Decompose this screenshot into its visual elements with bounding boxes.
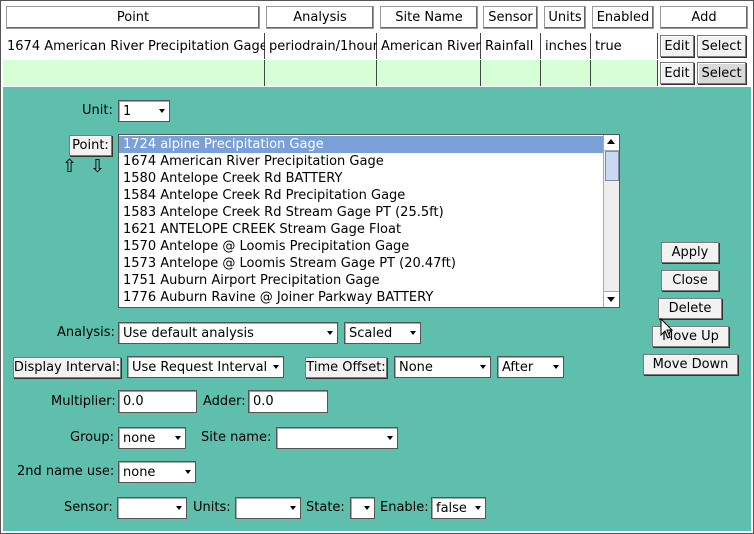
header-enabled: Enabled bbox=[592, 6, 654, 29]
group-select[interactable]: none bbox=[118, 427, 186, 449]
cell-enabled bbox=[591, 60, 658, 86]
chevron-down-icon bbox=[410, 331, 416, 335]
time-offset-button[interactable]: Time Offset: bbox=[305, 357, 387, 378]
sensor-select[interactable] bbox=[117, 497, 187, 519]
analysis-value: Use default analysis bbox=[123, 325, 254, 341]
chevron-down-icon bbox=[480, 365, 486, 369]
cell-site-name bbox=[377, 60, 481, 86]
adder-label: Adder: bbox=[203, 394, 246, 409]
scaled-select[interactable]: Scaled bbox=[344, 322, 421, 344]
display-interval-select[interactable]: Use Request Interval bbox=[127, 356, 284, 378]
after-value: After bbox=[502, 359, 534, 375]
header-sensor: Sensor bbox=[483, 6, 538, 29]
enable-value: false bbox=[436, 500, 467, 516]
cell-sensor: Rainfall bbox=[481, 33, 541, 59]
cell-analysis: periodrain/1hour bbox=[265, 33, 378, 59]
chevron-down-icon bbox=[175, 436, 181, 440]
header-analysis: Analysis bbox=[266, 6, 374, 29]
move-point-down-icon[interactable]: ⇩ bbox=[90, 157, 105, 177]
list-item[interactable]: 1751 Auburn Airport Precipitation Gage bbox=[119, 272, 619, 289]
select-button[interactable]: Select bbox=[697, 35, 746, 57]
multiplier-input[interactable]: 0.0 bbox=[118, 390, 197, 413]
select-button[interactable]: Select bbox=[697, 62, 746, 84]
chevron-down-icon bbox=[387, 436, 393, 440]
unit-label: Unit: bbox=[82, 103, 113, 118]
list-item[interactable]: 1573 Antelope @ Loomis Stream Gage PT (2… bbox=[119, 255, 619, 272]
second-name-select[interactable]: none bbox=[118, 461, 196, 483]
cell-enabled: true bbox=[591, 33, 658, 59]
analysis-label: Analysis: bbox=[57, 325, 115, 340]
header-units: Units bbox=[544, 6, 586, 29]
cell-point: 1674 American River Precipitation Gage bbox=[3, 33, 268, 59]
cell-analysis bbox=[265, 60, 377, 86]
list-item[interactable]: 1776 Auburn Ravine @ Joiner Parkway BATT… bbox=[119, 289, 619, 306]
edit-button[interactable]: Edit bbox=[660, 35, 694, 57]
list-scrollbar[interactable] bbox=[603, 135, 619, 307]
chevron-down-icon bbox=[176, 506, 182, 510]
adder-input[interactable]: 0.0 bbox=[248, 390, 328, 413]
unit-value: 1 bbox=[123, 103, 132, 119]
cell-point bbox=[3, 60, 265, 86]
group-value: none bbox=[123, 430, 156, 446]
list-item[interactable]: 1570 Antelope @ Loomis Precipitation Gag… bbox=[119, 238, 619, 255]
time-offset-select[interactable]: None bbox=[394, 356, 491, 378]
chevron-down-icon bbox=[185, 470, 191, 474]
site-name-select[interactable] bbox=[276, 427, 398, 449]
point-button[interactable]: Point: bbox=[69, 135, 112, 156]
list-item[interactable]: 1621 ANTELOPE CREEK Stream Gage Float bbox=[119, 221, 619, 238]
move-down-button[interactable]: Move Down bbox=[643, 354, 738, 375]
list-item[interactable]: 1724 alpine Precipitation Gage bbox=[119, 136, 619, 153]
chevron-down-icon bbox=[273, 365, 279, 369]
units-label: Units: bbox=[193, 500, 231, 515]
cell-site-name: American River bbox=[377, 33, 481, 59]
mouse-cursor-icon bbox=[660, 318, 674, 339]
second-name-label: 2nd name use: bbox=[17, 464, 115, 479]
scroll-down-icon[interactable] bbox=[604, 291, 619, 307]
list-item[interactable]: 1580 Antelope Creek Rd BATTERY bbox=[119, 170, 619, 187]
group-label: Group: bbox=[70, 430, 114, 445]
state-select[interactable] bbox=[350, 497, 375, 519]
chevron-down-icon bbox=[290, 506, 296, 510]
chevron-down-icon bbox=[475, 506, 481, 510]
units-select[interactable] bbox=[235, 497, 301, 519]
chevron-down-icon bbox=[327, 331, 333, 335]
chevron-down-icon bbox=[553, 365, 559, 369]
site-name-label: Site name: bbox=[201, 430, 272, 445]
apply-button[interactable]: Apply bbox=[661, 242, 719, 263]
header-site-name: Site Name bbox=[380, 6, 478, 29]
enable-label: Enable: bbox=[380, 500, 429, 515]
state-label: State: bbox=[306, 500, 345, 515]
cell-units bbox=[541, 60, 591, 86]
close-button[interactable]: Close bbox=[661, 270, 719, 291]
scroll-thumb[interactable] bbox=[605, 151, 619, 181]
second-name-value: none bbox=[123, 464, 156, 480]
display-interval-value: Use Request Interval bbox=[132, 359, 268, 375]
chevron-down-icon bbox=[364, 506, 370, 510]
display-interval-button[interactable]: Display Interval: bbox=[13, 357, 121, 378]
scroll-up-icon[interactable] bbox=[604, 135, 619, 151]
cell-sensor bbox=[481, 60, 541, 86]
time-offset-value: None bbox=[399, 359, 433, 375]
cell-units: inches bbox=[541, 33, 591, 59]
list-item[interactable]: 1583 Antelope Creek Rd Stream Gage PT (2… bbox=[119, 204, 619, 221]
add-button[interactable]: Add bbox=[660, 6, 748, 29]
enable-select[interactable]: false bbox=[431, 497, 486, 519]
edit-button[interactable]: Edit bbox=[660, 62, 694, 84]
sensor-label: Sensor: bbox=[64, 500, 113, 515]
list-item[interactable]: 1584 Antelope Creek Rd Precipitation Gag… bbox=[119, 187, 619, 204]
list-item[interactable]: 1674 American River Precipitation Gage bbox=[119, 153, 619, 170]
delete-button[interactable]: Delete bbox=[658, 298, 722, 319]
multiplier-label: Multiplier: bbox=[51, 394, 116, 409]
scaled-value: Scaled bbox=[349, 325, 393, 341]
after-select[interactable]: After bbox=[497, 356, 564, 378]
move-point-up-icon[interactable]: ⇧ bbox=[62, 157, 77, 177]
unit-select[interactable]: 1 bbox=[118, 100, 170, 122]
chevron-down-icon bbox=[159, 109, 165, 113]
point-list[interactable]: 1724 alpine Precipitation Gage 1674 Amer… bbox=[118, 134, 620, 308]
analysis-select[interactable]: Use default analysis bbox=[118, 322, 338, 344]
header-point: Point bbox=[6, 6, 260, 29]
